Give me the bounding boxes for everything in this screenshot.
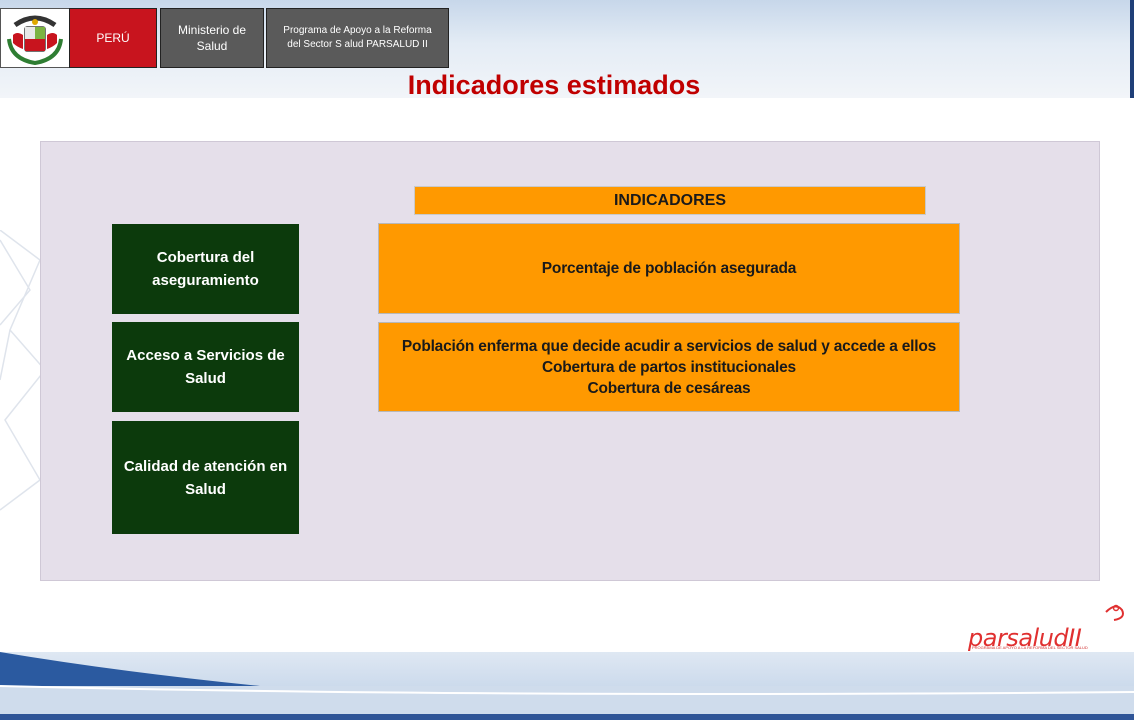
ministry-label: Ministerio de Salud	[177, 23, 247, 53]
indicator-box-coverage: Porcentaje de población asegurada	[378, 223, 960, 314]
program-label: Programa de Apoyo a la Reforma del Secto…	[283, 25, 432, 50]
program-label-box: Programa de Apoyo a la Reforma del Secto…	[266, 8, 449, 68]
parsalud-logo: parsaludII PROGRAMA DE APOYO A LA REFORM…	[958, 600, 1130, 656]
peru-label-box: PERÚ	[69, 8, 157, 68]
indicator-line: Cobertura de cesáreas	[587, 379, 751, 397]
peru-label: PERÚ	[96, 31, 130, 45]
category-quality: Calidad de atención en Salud	[112, 421, 299, 534]
peru-seal	[0, 8, 70, 68]
category-coverage: Cobertura del aseguramiento	[112, 224, 299, 314]
peru-coat-of-arms-icon	[7, 15, 63, 66]
indicator-line: Cobertura de partos institucionales	[542, 358, 796, 376]
indicators-header-label: INDICADORES	[613, 191, 726, 209]
category-label: Cobertura del aseguramiento	[152, 249, 259, 289]
indicators-header: INDICADORES	[414, 186, 926, 215]
right-edge-bar	[1130, 0, 1134, 98]
category-access: Acceso a Servicios de Salud	[112, 322, 299, 412]
category-label: Acceso a Servicios de Salud	[126, 347, 285, 387]
bottom-wave-band	[0, 652, 1134, 720]
ministry-label-box: Ministerio de Salud	[160, 8, 264, 68]
indicator-line: Porcentaje de población asegurada	[541, 260, 797, 277]
category-label: Calidad de atención en Salud	[123, 457, 288, 498]
logo-subtitle: PROGRAMA DE APOYO A LA REFORMA DEL SECTO…	[972, 645, 1088, 650]
page-title: Indicadores estimados	[407, 70, 701, 100]
indicator-box-access: Población enferma que decide acudir a se…	[378, 322, 960, 412]
indicator-line: Población enferma que decide acudir a se…	[401, 337, 937, 355]
